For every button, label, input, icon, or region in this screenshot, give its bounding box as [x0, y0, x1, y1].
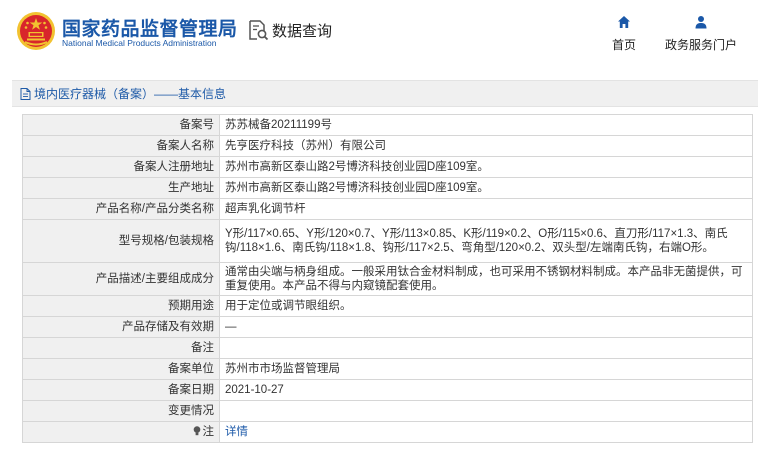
label-storage-validity: 产品存储及有效期: [22, 316, 220, 338]
value-filer-name: 先亨医疗科技（苏州）有限公司: [219, 135, 753, 157]
label-intended-use: 预期用途: [22, 295, 220, 317]
label-filer-name: 备案人名称: [22, 135, 220, 157]
row-model-spec: 型号规格/包装规格 Y形/117×0.65、Y形/120×0.7、Y形/113×…: [22, 219, 753, 263]
value-product-name: 超声乳化调节杆: [219, 198, 753, 220]
lightbulb-icon: [193, 426, 200, 436]
value-filing-date: 2021-10-27: [219, 379, 753, 401]
row-remarks: 备注: [22, 337, 753, 359]
row-storage-validity: 产品存储及有效期 —: [22, 316, 753, 338]
data-query-label: 数据查询: [272, 22, 333, 40]
user-icon: [695, 16, 707, 29]
value-model-spec: Y形/117×0.65、Y形/120×0.7、Y形/113×0.85、K形/11…: [219, 219, 753, 263]
label-remarks: 备注: [22, 337, 220, 359]
value-remarks: [219, 337, 753, 359]
label-product-description: 产品描述/主要组成成分: [22, 262, 220, 296]
record-table-container: 备案号 苏苏械备20211199号 备案人名称 先亨医疗科技（苏州）有限公司 备…: [22, 114, 753, 443]
row-filing-authority: 备案单位 苏州市市场监督管理局: [22, 358, 753, 380]
value-product-description: 通常由尖端与柄身组成。一般采用钛合金材料制成，也可采用不锈钢材料制成。本产品非无…: [219, 262, 753, 296]
document-search-icon: [249, 20, 269, 41]
label-record-number: 备案号: [22, 114, 220, 136]
label-model-spec: 型号规格/包装规格: [22, 219, 220, 263]
value-intended-use: 用于定位或调节眼组织。: [219, 295, 753, 317]
value-note: 详情: [219, 421, 753, 443]
label-filing-date: 备案日期: [22, 379, 220, 401]
row-filer-name: 备案人名称 先亨医疗科技（苏州）有限公司: [22, 135, 753, 157]
label-filing-authority: 备案单位: [22, 358, 220, 380]
value-storage-validity: —: [219, 316, 753, 338]
site-subtitle: National Medical Products Administration: [62, 38, 217, 48]
details-link[interactable]: 详情: [225, 426, 248, 438]
row-registered-address: 备案人注册地址 苏州市高新区泰山路2号博济科技创业园D座109室。: [22, 156, 753, 178]
data-query-link[interactable]: 数据查询: [247, 19, 332, 41]
value-record-number: 苏苏械备20211199号: [219, 114, 753, 136]
label-product-name: 产品名称/产品分类名称: [22, 198, 220, 220]
national-emblem-icon: [17, 12, 55, 50]
document-icon: [20, 87, 31, 100]
row-change-status: 变更情况: [22, 400, 753, 422]
value-change-status: [219, 400, 753, 422]
record-table: 备案号 苏苏械备20211199号 备案人名称 先亨医疗科技（苏州）有限公司 备…: [22, 114, 753, 443]
breadcrumb: 境内医疗器械（备案）——基本信息: [12, 80, 758, 107]
label-production-address: 生产地址: [22, 177, 220, 199]
row-product-description: 产品描述/主要组成成分 通常由尖端与柄身组成。一般采用钛合金材料制成，也可采用不…: [22, 262, 753, 296]
site-title: 国家药品监督管理局: [62, 19, 238, 40]
value-filing-authority: 苏州市市场监督管理局: [219, 358, 753, 380]
nav-home[interactable]: 首页: [606, 15, 642, 53]
row-intended-use: 预期用途 用于定位或调节眼组织。: [22, 295, 753, 317]
row-filing-date: 备案日期 2021-10-27: [22, 379, 753, 401]
row-note: 注 详情: [22, 421, 753, 443]
nav-service-portal[interactable]: 政务服务门户: [661, 15, 741, 53]
breadcrumb-text: 境内医疗器械（备案）——基本信息: [34, 87, 227, 101]
home-icon: [618, 16, 630, 28]
site-header: 国家药品监督管理局 National Medical Products Admi…: [0, 0, 758, 68]
label-change-status: 变更情况: [22, 400, 220, 422]
value-production-address: 苏州市高新区泰山路2号博济科技创业园D座109室。: [219, 177, 753, 199]
row-product-name: 产品名称/产品分类名称 超声乳化调节杆: [22, 198, 753, 220]
nav-service-label: 政务服务门户: [664, 38, 737, 52]
row-production-address: 生产地址 苏州市高新区泰山路2号博济科技创业园D座109室。: [22, 177, 753, 199]
label-note: 注: [22, 421, 220, 443]
nav-home-label: 首页: [611, 38, 636, 52]
label-registered-address: 备案人注册地址: [22, 156, 220, 178]
row-record-number: 备案号 苏苏械备20211199号: [22, 114, 753, 136]
value-registered-address: 苏州市高新区泰山路2号博济科技创业园D座109室。: [219, 156, 753, 178]
note-label-text: 注: [202, 426, 215, 438]
